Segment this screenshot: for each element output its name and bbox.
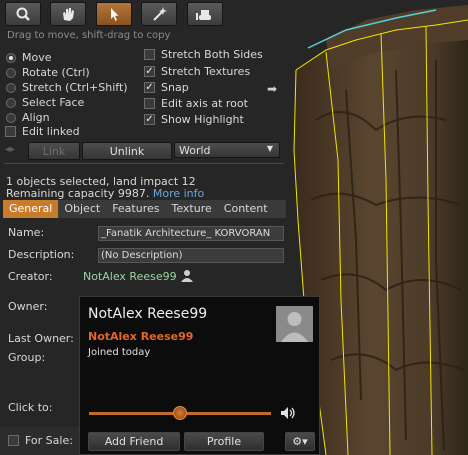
volume-slider-handle[interactable] [173,406,187,420]
checkmark-icon[interactable]: ✓ [144,114,155,125]
gear-menu-button[interactable]: ⚙▾ [285,432,315,451]
radio-button[interactable] [6,52,16,63]
click-to-label: Click to: [8,401,53,414]
mode-move[interactable]: Move [6,51,52,64]
tab-general[interactable]: General [3,200,59,218]
inspect-avatar-popup: NotAlex Reese99 NotAlex Reese99 Joined t… [79,296,320,455]
tab-texture[interactable]: Texture [166,200,218,218]
checkbox-box[interactable] [8,435,19,446]
more-info-link[interactable]: More info [153,187,204,200]
properties-tabs: General Object Features Texture Content [3,200,286,218]
creator-name-link[interactable]: NotAlex Reese99 [83,270,177,283]
edit-axis-at-root-checkbox[interactable]: Edit axis at root [144,97,248,110]
edit-linked-checkbox[interactable]: Edit linked [5,125,80,138]
move-tool-button[interactable] [50,2,86,26]
mode-stretch[interactable]: Stretch (Ctrl+Shift) [6,81,128,94]
edit-tool-button[interactable] [96,2,132,26]
creator-label: Creator: [8,270,53,283]
tab-object[interactable]: Object [58,200,106,218]
link-arrows-icon: ◂▸ [5,144,16,155]
popup-username: NotAlex Reese99 [88,330,194,343]
dropdown-arrow-icon: ▼ [266,144,273,153]
radio-button[interactable] [6,82,16,93]
arrow-pointer-icon [111,8,119,21]
profile-button[interactable]: Profile [184,432,264,451]
avatar-silhouette-icon [281,312,308,342]
description-label: Description: [8,248,75,261]
checkmark-icon[interactable]: ✓ [144,82,155,93]
add-friend-button[interactable]: Add Friend [88,432,180,451]
radio-button[interactable] [6,67,16,78]
tab-content[interactable]: Content [218,200,274,218]
checkmark-icon[interactable]: ✓ [144,66,155,77]
magic-wand-icon [153,7,167,21]
snap-checkbox[interactable]: ✓ Snap [144,81,189,94]
for-sale-checkbox[interactable]: For Sale: [8,434,73,447]
link-button[interactable]: Link [28,142,80,160]
tab-features[interactable]: Features [106,200,165,218]
checkbox-box[interactable] [144,49,155,60]
mode-rotate[interactable]: Rotate (Ctrl) [6,66,90,79]
gear-icon: ⚙▾ [292,435,308,448]
speaker-icon[interactable] [280,406,296,420]
radio-button[interactable] [6,112,16,123]
group-label: Group: [8,351,46,364]
owner-label: Owner: [8,300,48,313]
show-highlight-checkbox[interactable]: ✓ Show Highlight [144,113,244,126]
name-field[interactable]: _Fanatik Architecture_ KORVORAN [98,226,284,241]
magnifier-icon [16,7,30,21]
tool-hint: Drag to move, shift-drag to copy [7,30,171,41]
stretch-both-sides-checkbox[interactable]: Stretch Both Sides [144,48,263,61]
last-owner-label: Last Owner: [8,332,74,345]
popup-joined-date: Joined today [88,347,151,358]
mode-align[interactable]: Align [6,111,50,124]
capacity-status: Remaining capacity 9987. More info [6,187,205,200]
ruler-mode-dropdown[interactable]: World ▼ [174,142,280,158]
radio-button[interactable] [6,97,16,108]
divider [4,163,284,164]
checkbox-box[interactable] [5,126,16,137]
name-label: Name: [8,226,45,239]
description-field[interactable]: (No Description) [98,248,284,263]
stretch-textures-checkbox[interactable]: ✓ Stretch Textures [144,65,250,78]
land-tool-button[interactable] [187,2,223,26]
unlink-button[interactable]: Unlink [82,142,172,160]
avatar [276,306,313,342]
snap-options-arrow-icon[interactable]: ➡ [267,82,277,96]
checkbox-box[interactable] [144,98,155,109]
popup-display-name: NotAlex Reese99 [88,306,208,322]
create-tool-button[interactable] [141,2,177,26]
avatar-profile-icon[interactable] [180,269,194,282]
hand-icon [63,8,74,21]
mode-select-face[interactable]: Select Face [6,96,84,109]
focus-tool-button[interactable] [5,2,41,26]
bulldozer-icon [196,10,211,20]
